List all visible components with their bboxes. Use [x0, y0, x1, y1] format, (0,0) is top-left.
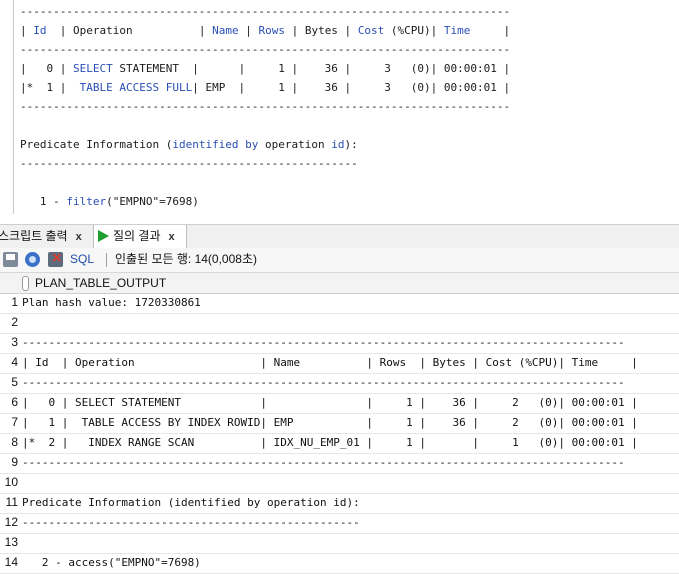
plan-table-output-cell[interactable]: | 1 | TABLE ACCESS BY INDEX ROWID| EMP |… [22, 413, 638, 432]
sql-button[interactable]: SQL [70, 252, 94, 267]
row-number: 7 [11, 415, 18, 429]
editor-token: ----------------------------------------… [20, 43, 511, 56]
editor-gutter-divider [13, 0, 14, 214]
row-number: 8 [11, 435, 18, 449]
sort-icon[interactable] [22, 276, 29, 291]
close-icon[interactable]: x [76, 231, 82, 243]
table-row[interactable]: 8 |* 2 | INDEX RANGE SCAN | IDX_NU_EMP_01… [0, 433, 679, 454]
plan-table-output-cell[interactable]: Predicate Information (identified by ope… [22, 493, 360, 512]
plan-table-output-cell[interactable]: ----------------------------------------… [22, 333, 625, 352]
plan-table-output-cell[interactable]: ----------------------------------------… [22, 373, 625, 392]
editor-token: operation [258, 138, 332, 151]
editor-token: Id [33, 24, 47, 37]
editor-line: | Id | Operation | Name | Rows | Bytes |… [20, 23, 510, 39]
toolbar-separator [106, 253, 107, 267]
editor-line: ----------------------------------------… [20, 4, 510, 20]
table-row[interactable]: 9 ---------------------------------------… [0, 453, 679, 474]
worksheet-editor[interactable]: ----------------------------------------… [0, 0, 679, 214]
column-header-label: PLAN_TABLE_OUTPUT [35, 276, 167, 290]
editor-token: filter [66, 195, 107, 208]
editor-line: ----------------------------------------… [20, 156, 358, 172]
plan-table-output-cell[interactable]: | 0 | SELECT STATEMENT | | 1 | 36 | 2 (0… [22, 393, 638, 412]
editor-token: | [470, 24, 511, 37]
editor-line: ----------------------------------------… [20, 99, 510, 115]
editor-token: ----------------------------------------… [20, 100, 511, 113]
table-row[interactable]: 3 ---------------------------------------… [0, 333, 679, 354]
plan-table-output-cell[interactable]: ----------------------------------------… [22, 453, 625, 472]
editor-token: ----------------------------------------… [20, 157, 358, 170]
editor-line: |* 1 | TABLE ACCESS FULL| EMP | 1 | 36 |… [20, 80, 510, 96]
tab-query-result[interactable]: 질의 결과 x [93, 225, 187, 249]
tab-script-output-label: 스크립트 출력 [0, 229, 68, 243]
row-number: 6 [11, 395, 18, 409]
results-toolbar: SQL 인출된 모든 행: 14(0,008초) [0, 248, 679, 273]
table-row[interactable]: 5 ---------------------------------------… [0, 373, 679, 394]
row-number: 13 [4, 535, 18, 549]
table-row[interactable]: 12 --------------------------------------… [0, 513, 679, 534]
editor-token: Predicate Information ( [20, 138, 173, 151]
fetch-status: 인출된 모든 행: 14(0,008초) [115, 252, 257, 266]
row-number: 12 [4, 515, 18, 529]
plan-table-output-cell[interactable]: 2 - access("EMPNO"=7698) [22, 553, 201, 572]
editor-token: ----------------------------------------… [20, 5, 511, 18]
editor-line: | 0 | SELECT STATEMENT | | 1 | 36 | 3 (0… [20, 61, 510, 77]
column-header[interactable]: PLAN_TABLE_OUTPUT [0, 273, 679, 294]
plan-table-output-cell[interactable]: |* 2 | INDEX RANGE SCAN | IDX_NU_EMP_01 … [22, 433, 638, 452]
editor-token: identified by [172, 138, 259, 151]
row-number: 3 [11, 335, 18, 349]
editor-token: id [331, 138, 345, 151]
editor-token: | 0 | [20, 62, 73, 75]
editor-token: TABLE ACCESS FULL [79, 81, 193, 94]
table-row[interactable]: 10 [0, 473, 679, 494]
editor-token: | [238, 24, 259, 37]
table-row[interactable]: 2 [0, 313, 679, 334]
table-row[interactable]: 1 Plan hash value: 1720330861 [0, 293, 679, 314]
editor-token: ("EMPNO"=7698) [106, 195, 199, 208]
table-row[interactable]: 6 | 0 | SELECT STATEMENT | | 1 | 36 | 2 (… [0, 393, 679, 414]
editor-token: | Operation | [46, 24, 213, 37]
tab-query-result-label: 질의 결과 [113, 229, 161, 243]
row-number: 10 [4, 475, 18, 489]
table-row[interactable]: 13 [0, 533, 679, 554]
row-number: 11 [5, 495, 18, 509]
editor-token: |* 1 | [20, 81, 80, 94]
editor-line: ----------------------------------------… [20, 42, 510, 58]
editor-token: Cost [357, 24, 385, 37]
editor-token: | Bytes | [284, 24, 358, 37]
plan-table-output-cell[interactable]: Plan hash value: 1720330861 [22, 293, 201, 312]
editor-token: STATEMENT | | 1 | 36 | 3 (0)| 00:00:01 | [112, 62, 511, 75]
table-row[interactable]: 11 Predicate Information (identified by o… [0, 493, 679, 514]
editor-token: | [20, 24, 34, 37]
editor-line: 1 - filter("EMPNO"=7698) [20, 194, 199, 210]
editor-line: Predicate Information (identified by ope… [20, 137, 358, 153]
close-icon[interactable]: x [169, 231, 175, 243]
editor-token: Name [212, 24, 239, 37]
row-number: 2 [11, 315, 18, 329]
row-number: 9 [11, 455, 18, 469]
row-number: 1 [11, 295, 18, 309]
row-number: 5 [11, 375, 18, 389]
result-tab-strip: 스크립트 출력 x 질의 결과 x [0, 224, 679, 249]
editor-token: SELECT [72, 62, 113, 75]
plan-table-output-cell[interactable]: | Id | Operation | Name | Rows | Bytes |… [22, 353, 638, 372]
cancel-fetch-icon[interactable] [48, 250, 63, 267]
row-number: 4 [11, 355, 18, 369]
editor-token: Time [443, 24, 471, 37]
table-row[interactable]: 14 2 - access("EMPNO"=7698) [0, 553, 679, 574]
tab-script-output[interactable]: 스크립트 출력 x [0, 225, 82, 248]
run-icon [98, 229, 109, 242]
print-icon[interactable] [3, 252, 18, 267]
row-number: 14 [4, 555, 18, 569]
plan-table-output-cell[interactable]: ----------------------------------------… [22, 513, 360, 532]
table-row[interactable]: 7 | 1 | TABLE ACCESS BY INDEX ROWID| EMP … [0, 413, 679, 434]
editor-token: ): [344, 138, 358, 151]
editor-token: (%CPU)| [384, 24, 444, 37]
editor-token: 1 - [20, 195, 67, 208]
editor-token: Rows [258, 24, 285, 37]
table-row[interactable]: 4 | Id | Operation | Name | Rows | Bytes … [0, 353, 679, 374]
refresh-icon[interactable] [25, 252, 40, 267]
editor-token: | EMP | 1 | 36 | 3 (0)| 00:00:01 | [192, 81, 511, 94]
results-grid[interactable]: PLAN_TABLE_OUTPUT 1 Plan hash value: 1720… [0, 273, 679, 574]
